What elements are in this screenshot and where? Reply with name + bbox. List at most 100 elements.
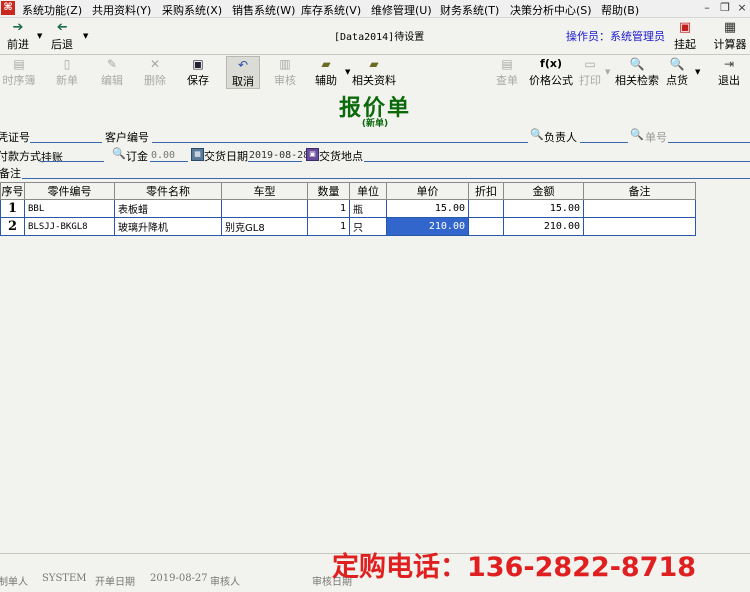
suspend-button[interactable]: ▣ 挂起 [670, 20, 700, 52]
print-dropdown-icon[interactable]: ▼ [605, 68, 610, 76]
save-button[interactable]: ▣ 保存 [183, 56, 213, 88]
cell-unit[interactable]: 瓶 [349, 199, 387, 218]
deposit-field[interactable] [150, 161, 188, 162]
calculator-button[interactable]: ▦ 计算器 [710, 20, 750, 52]
query-button[interactable]: ▤ 查单 [492, 56, 522, 88]
menu-decision[interactable]: 决策分析中心(S) [510, 2, 592, 18]
manager-field[interactable] [580, 142, 628, 143]
column-header[interactable]: 零件名称 [114, 182, 222, 200]
cancel-label: 取消 [232, 75, 254, 88]
cell-qty[interactable]: 1 [307, 199, 350, 218]
forward-dropdown-icon[interactable]: ▼ [37, 32, 42, 40]
column-header[interactable]: 金额 [503, 182, 584, 200]
back-label: 后退 [51, 38, 73, 51]
cancel-button[interactable]: ↶ 取消 [226, 56, 260, 89]
location-icon[interactable]: ▣ [306, 148, 319, 161]
column-header[interactable]: 折扣 [468, 182, 504, 200]
related-docs-label: 相关资料 [352, 74, 396, 87]
check-goods-button[interactable]: 🔍 点货 [664, 56, 690, 88]
assist-button[interactable]: ▰ 辅助 [311, 56, 341, 88]
back-dropdown-icon[interactable]: ▼ [83, 32, 88, 40]
assist-dropdown-icon[interactable]: ▼ [345, 68, 350, 76]
cell-qty[interactable]: 1 [307, 217, 350, 236]
cell-amount[interactable]: 15.00 [503, 199, 584, 218]
exit-icon: ⇥ [723, 57, 735, 71]
cell-discount[interactable] [468, 217, 504, 236]
column-header[interactable]: 单价 [386, 182, 469, 200]
voucher-field[interactable] [30, 142, 102, 143]
delete-button[interactable]: ✕ 删除 [140, 56, 170, 88]
delivery-place-field[interactable] [364, 161, 750, 162]
deposit-search-icon[interactable]: 🔍 [112, 147, 126, 160]
price-formula-button[interactable]: f(x) 价格公式 [528, 56, 574, 88]
cell-model[interactable]: 别克GL8 [221, 217, 308, 236]
order-no-search-icon[interactable]: 🔍 [630, 128, 644, 141]
column-header[interactable]: 数量 [307, 182, 350, 200]
ledger-button[interactable]: ▤ 时序簿 [2, 56, 36, 88]
column-header[interactable]: 车型 [221, 182, 308, 200]
calendar-icon[interactable]: ▦ [191, 148, 204, 161]
delivery-date-value[interactable]: 2019-08-28 [249, 150, 309, 161]
back-button[interactable]: ➔ 后退 [46, 20, 78, 52]
cell-price[interactable]: 15.00 [386, 199, 469, 218]
column-header[interactable]: 备注 [583, 182, 696, 200]
edit-icon: ✎ [106, 57, 118, 71]
table-row[interactable]: 2 BLSJJ-BKGL8 玻璃升降机 别克GL8 1 只 210.00 210… [0, 217, 696, 236]
check-goods-dropdown-icon[interactable]: ▼ [695, 68, 700, 76]
related-search-button[interactable]: 🔍 相关检索 [614, 56, 660, 88]
items-table: 序号 零件编号 零件名称 车型 数量 单位 单价 折扣 金额 备注 1 BBL … [0, 182, 696, 236]
menu-sales[interactable]: 销售系统(W) [232, 2, 295, 18]
delivery-date-field[interactable] [248, 161, 302, 162]
column-header[interactable]: 序号 [0, 182, 25, 200]
cell-seq[interactable]: 2 [0, 217, 25, 236]
minimize-icon[interactable]: – [700, 1, 714, 15]
cell-remark[interactable] [583, 199, 696, 218]
forward-label: 前进 [7, 38, 29, 51]
deposit-value[interactable]: 0.00 [151, 150, 175, 161]
table-row[interactable]: 1 BBL 表板蜡 1 瓶 15.00 15.00 [0, 199, 696, 218]
cell-discount[interactable] [468, 199, 504, 218]
audit-label: 审核 [274, 74, 296, 87]
cell-part-no[interactable]: BBL [24, 199, 115, 218]
audit-button[interactable]: ▥ 审核 [270, 56, 300, 88]
order-no-field[interactable] [668, 142, 750, 143]
menu-purchase[interactable]: 采购系统(X) [162, 2, 222, 18]
print-button[interactable]: ▭ 打印 [576, 56, 604, 88]
open-date-value: 2019-08-27 [150, 573, 208, 584]
restore-icon[interactable]: ❐ [718, 1, 732, 15]
menu-shared-data[interactable]: 共用资料(Y) [92, 2, 151, 18]
exit-button[interactable]: ⇥ 退出 [715, 56, 743, 88]
payment-field[interactable] [40, 161, 104, 162]
menu-repair[interactable]: 维修管理(U) [371, 2, 432, 18]
cell-amount[interactable]: 210.00 [503, 217, 584, 236]
remark-field[interactable] [22, 178, 750, 179]
cell-part-no[interactable]: BLSJJ-BKGL8 [24, 217, 115, 236]
menu-finance[interactable]: 财务系统(T) [440, 2, 499, 18]
new-doc-button[interactable]: ▯ 新单 [52, 56, 82, 88]
cell-unit[interactable]: 只 [349, 217, 387, 236]
edit-button[interactable]: ✎ 编辑 [97, 56, 127, 88]
column-header[interactable]: 单位 [349, 182, 387, 200]
menu-help[interactable]: 帮助(B) [601, 2, 639, 18]
assist-label: 辅助 [315, 74, 337, 87]
cell-part-name[interactable]: 玻璃升降机 [114, 217, 222, 236]
cell-price-selected[interactable]: 210.00 [386, 217, 469, 236]
cell-part-name[interactable]: 表板蜡 [114, 199, 222, 218]
column-header[interactable]: 零件编号 [24, 182, 115, 200]
close-icon[interactable]: × [735, 1, 749, 15]
payment-value[interactable]: 挂账 [41, 149, 63, 165]
menu-inventory[interactable]: 库存系统(V) [301, 2, 361, 18]
forward-button[interactable]: ➔ 前进 [2, 20, 34, 52]
cell-seq[interactable]: 1 [0, 199, 25, 218]
menu-system[interactable]: 系统功能(Z) [22, 2, 82, 18]
cell-remark[interactable] [583, 217, 696, 236]
check-goods-label: 点货 [666, 74, 688, 87]
customer-field[interactable] [152, 142, 528, 143]
related-docs-button[interactable]: ▰ 相关资料 [352, 56, 396, 88]
delivery-date-label: 交货日期 [204, 150, 248, 163]
cell-model[interactable] [221, 199, 308, 218]
suspend-icon: ▣ [678, 20, 692, 35]
manager-search-icon[interactable]: 🔍 [530, 128, 544, 141]
check-goods-icon: 🔍 [669, 57, 685, 71]
open-date-label: 开单日期 [95, 577, 135, 588]
